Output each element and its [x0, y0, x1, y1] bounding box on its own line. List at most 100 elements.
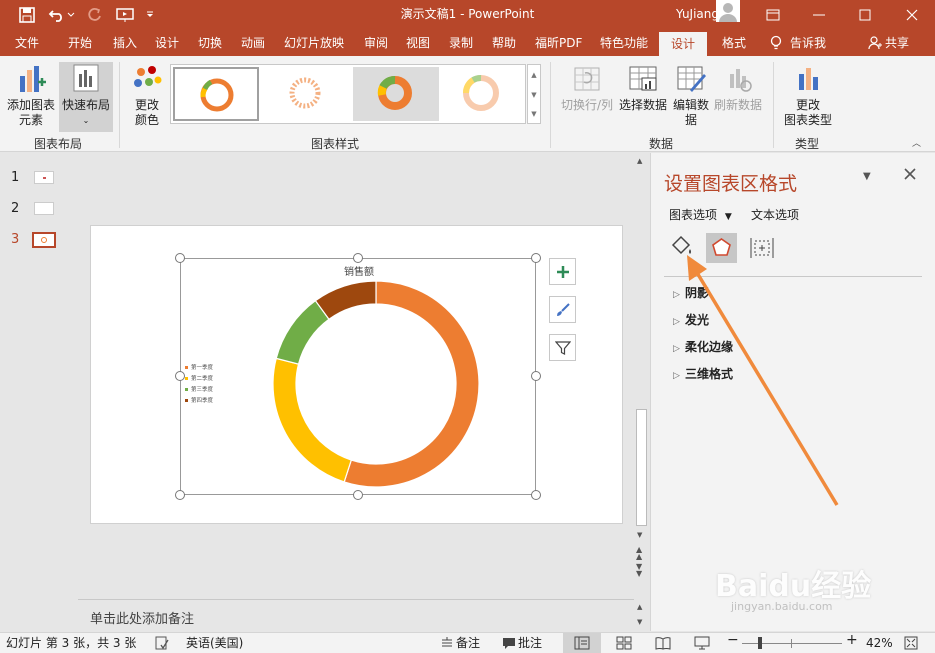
- resize-handle[interactable]: [531, 371, 541, 381]
- select-data-icon: [629, 66, 657, 91]
- tab-design[interactable]: 设计: [155, 30, 179, 56]
- slide-thumbnail-2[interactable]: [34, 202, 54, 215]
- language-indicator[interactable]: 英语(美国): [186, 636, 243, 650]
- collapse-ribbon-icon[interactable]: ︿: [912, 136, 921, 149]
- share-button[interactable]: 共享: [885, 30, 909, 56]
- scroll-thumb[interactable]: [636, 409, 647, 526]
- refresh-data-button[interactable]: 刷新数据: [710, 64, 766, 113]
- gallery-scroll[interactable]: ▲ ▼ ▼: [527, 64, 541, 124]
- tab-view[interactable]: 视图: [406, 30, 430, 56]
- next-slide-icon[interactable]: ▼ ▼: [636, 563, 642, 578]
- edit-data-button[interactable]: 编辑数 据: [670, 64, 712, 128]
- zoom-slider-thumb[interactable]: [758, 637, 762, 649]
- notes-scroll-up-icon[interactable]: ▲: [637, 603, 642, 611]
- notes-toggle-button[interactable]: 备注: [456, 636, 480, 650]
- tab-insert[interactable]: 插入: [113, 30, 137, 56]
- chart-elements-button[interactable]: [549, 258, 576, 285]
- doughnut-slice-4[interactable]: [314, 280, 377, 321]
- tab-home[interactable]: 开始: [68, 30, 92, 56]
- gallery-down-icon[interactable]: ▼: [528, 85, 540, 105]
- tab-special-features[interactable]: 特色功能: [600, 30, 648, 56]
- tab-slideshow[interactable]: 幻灯片放映: [284, 30, 344, 56]
- slide-editor: 销售额 第一季度 第二季度 第三季度 第四季度 ▲ ▼ ▲ ▲ ▼ ▼ 单击此处添加…: [78, 153, 650, 631]
- chart-legend[interactable]: 第一季度 第二季度 第三季度 第四季度: [185, 363, 213, 407]
- tab-transitions[interactable]: 切换: [198, 30, 222, 56]
- chart-filters-button[interactable]: [549, 334, 576, 361]
- change-colors-button[interactable]: 更改 颜色: [124, 64, 170, 128]
- gallery-more-icon[interactable]: ▼: [528, 105, 540, 123]
- tab-help[interactable]: 帮助: [492, 30, 516, 56]
- slideshow-view-icon[interactable]: [694, 636, 710, 653]
- ribbon-display-options-icon[interactable]: [750, 0, 796, 30]
- resize-handle[interactable]: [353, 490, 363, 500]
- scroll-down-icon[interactable]: ▼: [637, 531, 642, 539]
- chart-style-1[interactable]: [173, 67, 259, 121]
- doughnut-slice-1[interactable]: [343, 280, 480, 488]
- spelling-check-icon[interactable]: [155, 636, 169, 653]
- scroll-up-icon[interactable]: ▲: [637, 157, 642, 165]
- notes-scrollbar[interactable]: ▲ ▼: [634, 599, 650, 631]
- tab-chart-design[interactable]: 设计: [659, 32, 708, 56]
- chart-styles-button[interactable]: [549, 296, 576, 323]
- avatar[interactable]: [716, 0, 740, 22]
- add-chart-element-button[interactable]: 添加图表 元素: [4, 62, 58, 128]
- minimize-icon[interactable]: [796, 0, 842, 30]
- chart-title[interactable]: 销售额: [181, 263, 537, 278]
- slide-counter: 幻灯片 第 3 张，共 3 张: [6, 636, 137, 650]
- change-chart-type-button[interactable]: 更改 图表类型: [778, 64, 838, 128]
- chart-style-4[interactable]: [443, 67, 523, 121]
- resize-handle[interactable]: [175, 253, 185, 263]
- comments-icon[interactable]: [502, 636, 516, 653]
- tell-me-search[interactable]: 告诉我: [790, 30, 826, 56]
- resize-handle[interactable]: [531, 490, 541, 500]
- legend-swatch-icon: [185, 377, 188, 380]
- gallery-up-icon[interactable]: ▲: [528, 65, 540, 85]
- slide-thumbnail-3[interactable]: [32, 232, 56, 248]
- resize-handle[interactable]: [175, 490, 185, 500]
- tab-animations[interactable]: 动画: [241, 30, 265, 56]
- normal-view-button[interactable]: [563, 633, 601, 653]
- quick-layout-button[interactable]: 快速布局 ⌄: [59, 62, 113, 132]
- slide-canvas[interactable]: 销售额 第一季度 第二季度 第三季度 第四季度: [90, 225, 623, 524]
- zoom-out-button[interactable]: −: [727, 633, 739, 647]
- chart-styles-gallery[interactable]: [170, 64, 526, 124]
- zoom-in-button[interactable]: +: [846, 633, 858, 647]
- doughnut-slice-2[interactable]: [272, 357, 353, 483]
- notes-placeholder[interactable]: 单击此处添加备注: [90, 608, 194, 627]
- chart-area[interactable]: 销售额 第一季度 第二季度 第三季度 第四季度: [180, 258, 536, 495]
- fit-slide-icon[interactable]: [904, 636, 918, 653]
- notes-toggle-icon[interactable]: [440, 636, 454, 653]
- vertical-scrollbar[interactable]: ▲ ▼ ▲ ▲ ▼ ▼: [634, 153, 650, 578]
- resize-handle[interactable]: [175, 371, 185, 381]
- notes-scroll-down-icon[interactable]: ▼: [637, 618, 642, 626]
- tab-file[interactable]: 文件: [15, 30, 39, 56]
- reading-view-icon[interactable]: [655, 636, 671, 653]
- resize-handle[interactable]: [531, 253, 541, 263]
- tab-review[interactable]: 审阅: [364, 30, 388, 56]
- notes-pane[interactable]: 单击此处添加备注: [78, 599, 634, 631]
- legend-swatch-icon: [185, 399, 188, 402]
- change-colors-label: 更改 颜色: [134, 98, 159, 127]
- chart-style-3[interactable]: [353, 67, 439, 121]
- quick-layout-chevron-icon: ⌄: [82, 116, 90, 125]
- chart-style-2[interactable]: [263, 67, 349, 121]
- legend-label: 第三季度: [191, 387, 214, 393]
- close-icon[interactable]: [889, 0, 935, 30]
- doughnut-chart[interactable]: [271, 279, 481, 489]
- switch-row-column-button[interactable]: 切换行/列: [558, 64, 616, 113]
- select-data-button[interactable]: 选择数据: [616, 64, 670, 113]
- previous-slide-icon[interactable]: ▲ ▲: [636, 546, 642, 561]
- legend-swatch-icon: [185, 366, 188, 369]
- slide-thumbnail-1[interactable]: [34, 171, 54, 184]
- tab-foxit-pdf[interactable]: 福昕PDF: [535, 30, 582, 56]
- legend-entry: 第三季度: [185, 385, 213, 396]
- resize-handle[interactable]: [353, 253, 363, 263]
- tab-record[interactable]: 录制: [449, 30, 473, 56]
- doughnut-slice-3[interactable]: [275, 299, 330, 365]
- zoom-level[interactable]: 42%: [866, 636, 893, 650]
- slide-sorter-view-icon[interactable]: [616, 636, 632, 653]
- comments-button[interactable]: 批注: [518, 636, 542, 650]
- maximize-icon[interactable]: [842, 0, 888, 30]
- tab-chart-format[interactable]: 格式: [722, 30, 746, 56]
- zoom-slider[interactable]: [742, 643, 842, 644]
